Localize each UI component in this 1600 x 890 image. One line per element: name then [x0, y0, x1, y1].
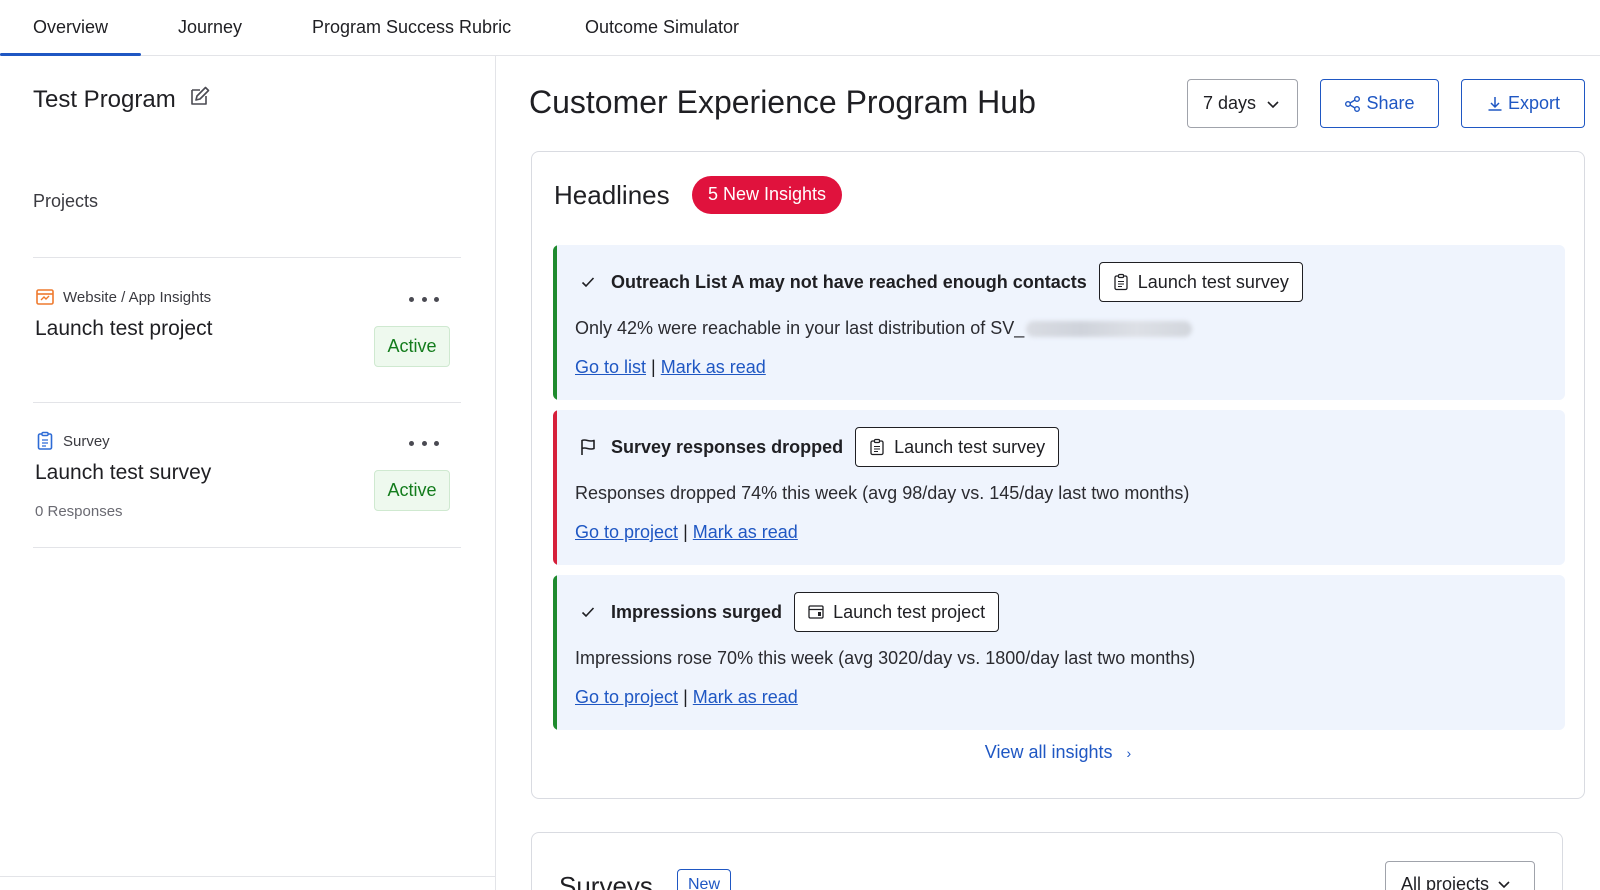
- more-options-icon[interactable]: [409, 433, 439, 453]
- headlines-title: Headlines: [554, 180, 670, 210]
- redacted-id: [1026, 320, 1193, 337]
- project-filter-select[interactable]: All projects: [1385, 861, 1535, 890]
- surveys-card: Surveys New All projects: [531, 832, 1563, 890]
- chip-label: Launch test project: [833, 601, 986, 622]
- chevron-down-icon: [1498, 881, 1510, 889]
- mark-as-read-link[interactable]: Mark as read: [693, 687, 798, 707]
- insight-card: Survey responses dropped Launch test sur…: [553, 410, 1565, 565]
- insight-title: Outreach List A may not have reached eno…: [611, 271, 1087, 292]
- share-button[interactable]: Share: [1320, 79, 1439, 128]
- project-type: Website / App Insights: [35, 287, 211, 307]
- website-insights-icon: [808, 605, 824, 619]
- insight-links: Go to project | Mark as read: [575, 522, 798, 543]
- mark-as-read-link[interactable]: Mark as read: [693, 522, 798, 542]
- survey-icon: [870, 438, 884, 456]
- divider: [33, 402, 461, 403]
- status-badge: Active: [374, 326, 450, 367]
- tab-program-success-rubric[interactable]: Program Success Rubric: [312, 0, 511, 55]
- tab-outcome-simulator[interactable]: Outcome Simulator: [585, 0, 739, 55]
- survey-icon: [37, 431, 53, 450]
- insight-description: Impressions rose 70% this week (avg 3020…: [575, 648, 1195, 669]
- page-title: Customer Experience Program Hub: [529, 84, 1036, 120]
- project-name[interactable]: Launch test survey: [35, 461, 211, 485]
- link-separator: |: [651, 357, 656, 377]
- date-range-value: 7 days: [1203, 93, 1257, 113]
- insight-card: Impressions surged Launch test project I…: [553, 575, 1565, 730]
- insight-accent-bar: [553, 410, 557, 565]
- chevron-right-icon: ›: [1126, 745, 1132, 761]
- download-icon: [1488, 96, 1502, 111]
- project-type: Survey: [35, 431, 110, 451]
- link-separator: |: [683, 687, 688, 707]
- insight-body-text: Only 42% were reachable in your last dis…: [575, 318, 1025, 338]
- view-all-insights-link[interactable]: View all insights ›: [532, 742, 1584, 763]
- top-tabs: Overview Journey Program Success Rubric …: [0, 0, 1600, 56]
- mark-as-read-link[interactable]: Mark as read: [661, 357, 766, 377]
- program-title: Test Program: [33, 86, 176, 113]
- divider: [33, 257, 461, 258]
- survey-icon: [1114, 273, 1128, 291]
- divider: [33, 547, 461, 548]
- insight-description: Only 42% were reachable in your last dis…: [575, 318, 1193, 339]
- date-range-select[interactable]: 7 days: [1187, 79, 1298, 128]
- go-to-list-link[interactable]: Go to list: [575, 357, 646, 377]
- sidebar: Test Program Projects Website / App Insi…: [0, 56, 496, 890]
- edit-icon[interactable]: [188, 84, 212, 108]
- share-icon: [1345, 95, 1361, 112]
- launch-test-survey-chip[interactable]: Launch test survey: [855, 427, 1060, 467]
- project-type-label: Website / App Insights: [63, 288, 212, 306]
- tab-overview[interactable]: Overview: [0, 0, 142, 56]
- launch-test-survey-chip[interactable]: Launch test survey: [1098, 262, 1303, 302]
- insight-body-text: Impressions rose 70% this week (avg 3020…: [575, 648, 1196, 668]
- status-badge: Active: [374, 470, 450, 511]
- insight-accent-bar: [553, 245, 557, 400]
- tab-journey[interactable]: Journey: [178, 0, 242, 55]
- divider: [0, 876, 496, 877]
- new-badge: New: [677, 869, 732, 890]
- surveys-title: Surveys: [559, 871, 653, 890]
- insight-title: Impressions surged: [611, 601, 783, 622]
- chip-label: Launch test survey: [1137, 271, 1289, 292]
- project-item[interactable]: Survey Launch test survey 0 Responses Ac…: [35, 431, 461, 551]
- project-type-label: Survey: [63, 432, 110, 450]
- export-button[interactable]: Export: [1461, 79, 1585, 128]
- more-options-icon[interactable]: [409, 289, 439, 309]
- insight-description: Responses dropped 74% this week (avg 98/…: [575, 483, 1189, 504]
- chevron-down-icon: [1267, 100, 1279, 108]
- check-icon: [577, 601, 599, 623]
- link-separator: |: [683, 522, 688, 542]
- insight-accent-bar: [553, 575, 557, 730]
- project-item[interactable]: Website / App Insights Launch test proje…: [35, 287, 461, 407]
- insight-card: Outreach List A may not have reached eno…: [553, 245, 1565, 400]
- chip-label: Launch test survey: [894, 436, 1046, 457]
- go-to-project-link[interactable]: Go to project: [575, 522, 678, 542]
- project-responses: 0 Responses: [35, 503, 123, 520]
- insight-title: Survey responses dropped: [611, 436, 844, 457]
- project-name[interactable]: Launch test project: [35, 317, 212, 341]
- projects-label: Projects: [33, 191, 99, 211]
- website-insights-icon: [36, 289, 54, 305]
- new-insights-badge: 5 New Insights: [692, 176, 843, 214]
- project-filter-value: All projects: [1401, 873, 1490, 890]
- view-all-label: View all insights: [984, 742, 1113, 762]
- insight-body-text: Responses dropped 74% this week (avg 98/…: [575, 483, 1190, 503]
- launch-test-project-chip[interactable]: Launch test project: [794, 592, 1000, 632]
- check-icon: [577, 271, 599, 293]
- insight-links: Go to list | Mark as read: [575, 357, 766, 378]
- headlines-card: Headlines 5 New Insights Outreach List A…: [531, 151, 1585, 799]
- share-label: Share: [1366, 93, 1415, 113]
- go-to-project-link[interactable]: Go to project: [575, 687, 678, 707]
- export-label: Export: [1507, 93, 1561, 113]
- flag-icon: [577, 436, 599, 458]
- insight-links: Go to project | Mark as read: [575, 687, 798, 708]
